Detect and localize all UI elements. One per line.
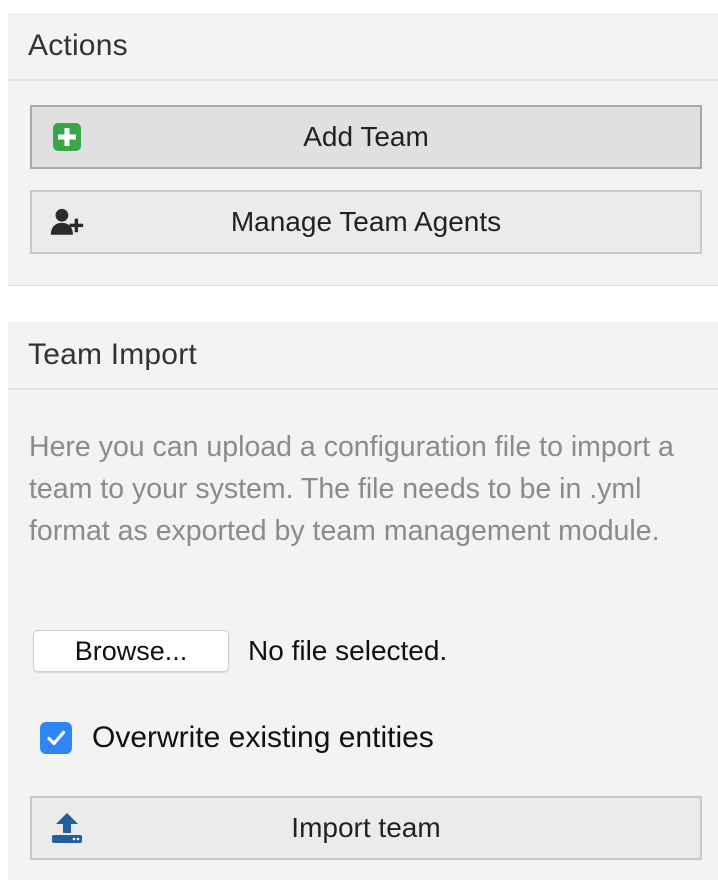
overwrite-label[interactable]: Overwrite existing entities	[92, 721, 434, 755]
browse-button[interactable]: Browse...	[33, 630, 229, 672]
import-team-label: Import team	[291, 812, 441, 843]
manage-team-agents-button[interactable]: Manage Team Agents	[30, 190, 702, 254]
import-team-button[interactable]: Import team	[30, 796, 702, 860]
user-plus-icon	[50, 205, 84, 239]
import-description: Here you can upload a configuration file…	[29, 431, 674, 547]
team-import-header: Team Import	[8, 322, 718, 390]
overwrite-checkbox[interactable]	[40, 722, 72, 754]
actions-header: Actions	[8, 13, 718, 81]
plus-square-icon	[50, 120, 84, 154]
team-import-panel: Team Import Here you can upload a config…	[8, 322, 718, 880]
file-status-text: No file selected.	[248, 635, 448, 666]
add-team-button[interactable]: Add Team	[30, 105, 702, 169]
actions-panel: Actions Add Team Manage Team Agents	[8, 13, 718, 286]
add-team-label: Add Team	[303, 121, 429, 152]
checkmark-icon	[47, 730, 66, 746]
manage-team-agents-label: Manage Team Agents	[230, 206, 502, 237]
upload-icon	[50, 811, 84, 845]
overwrite-option[interactable]: Overwrite existing entities	[40, 716, 434, 760]
